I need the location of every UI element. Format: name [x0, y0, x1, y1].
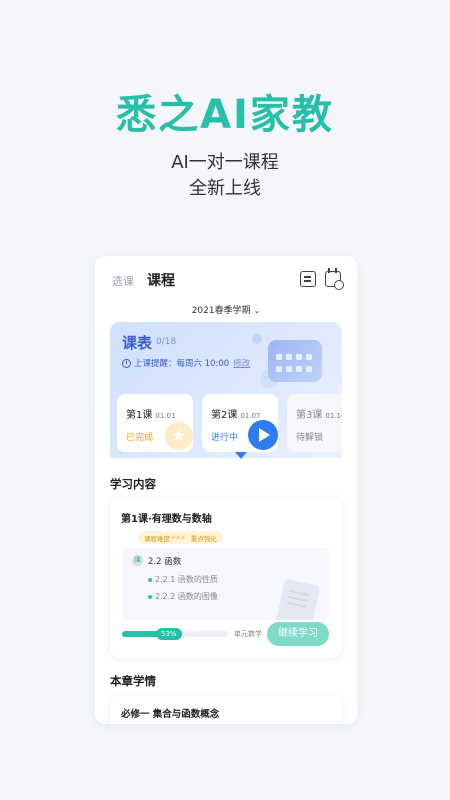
- edit-note-icon[interactable]: [300, 271, 316, 287]
- lesson-title: 第3课: [296, 410, 323, 421]
- hero-subtitle-2: 全新上线: [189, 178, 261, 199]
- lesson-status: 已完成: [126, 433, 154, 443]
- class-reminder: 上课提醒：每周六 10:00 修改: [122, 357, 250, 369]
- hero-title: 悉之AI家教: [116, 92, 334, 138]
- chapter-card[interactable]: 必修一 集合与函数概念: [110, 695, 342, 724]
- focus-label: 重点强化: [190, 534, 217, 543]
- difficulty-label: 课程难度: [144, 534, 170, 543]
- lesson-title: 第2课: [211, 410, 238, 421]
- play-icon[interactable]: [248, 420, 278, 450]
- clock-icon: [122, 358, 131, 368]
- calendar-clock-icon[interactable]: [325, 268, 344, 290]
- study-section-title: 学习内容: [110, 477, 156, 491]
- semester-selector[interactable]: 2021春季学期 ⌄: [95, 303, 357, 316]
- decor-bubble: [252, 334, 262, 344]
- schedule-count: 0/18: [156, 337, 177, 347]
- subtopic-item[interactable]: 2.2.2 函数的图像: [148, 591, 218, 602]
- lesson-heading: 第1课·有理数与数轴: [121, 514, 212, 525]
- progress-percent: 53%: [156, 628, 182, 640]
- unit-label: 单元数学: [234, 630, 262, 638]
- current-lesson-pointer: [235, 452, 247, 459]
- star-icon: ★: [165, 422, 193, 450]
- top-bar: 选课 课程: [95, 256, 357, 302]
- subtopic-label: 2.2.2 函数的图像: [155, 592, 218, 601]
- semester-label: 2021春季学期: [191, 306, 251, 316]
- app-screen: 选课 课程 2021春季学期 ⌄ 课表 0/18 上课提醒：每周六 10:00 修…: [95, 256, 357, 724]
- topic-box: 课 2.2 函数 2.2.1 函数的性质 2.2.2 函数的图像: [122, 548, 330, 620]
- tab-select-course[interactable]: 选课: [112, 273, 134, 289]
- subtopic-item[interactable]: 2.2.1 函数的性质: [148, 574, 218, 585]
- topic-title: 2.2 函数: [148, 557, 182, 567]
- chevron-down-icon: ⌄: [253, 306, 261, 315]
- hero-subtitle-1: AI一对一课程: [171, 152, 279, 173]
- topic-badge: 课: [132, 555, 143, 566]
- edit-reminder-link[interactable]: 修改: [233, 357, 250, 369]
- study-content-card[interactable]: 第1课·有理数与数轴 课程难度 ⚡⚡⚡ 重点强化 课 2.2 函数 2.2.1 …: [110, 498, 342, 658]
- lesson-date: 01.01: [155, 412, 176, 420]
- schedule-card: 课表 0/18 上课提醒：每周六 10:00 修改 第1课 01.01 已完成 ★…: [110, 322, 342, 458]
- chapter-section-title: 本章学情: [110, 674, 156, 688]
- document-illustration: [275, 578, 321, 620]
- difficulty-tag: 课程难度 ⚡⚡⚡ 重点强化: [138, 531, 223, 544]
- continue-learning-button[interactable]: 继续学习: [267, 622, 329, 646]
- reminder-text: 上课提醒：每周六 10:00: [134, 359, 230, 369]
- schedule-title: 课表: [122, 334, 153, 352]
- calendar-illustration: [268, 340, 322, 382]
- lesson-card-1[interactable]: 第1课 01.01 已完成 ★: [117, 394, 193, 452]
- bolt-icon: ⚡⚡⚡: [171, 533, 186, 542]
- tab-course[interactable]: 课程: [147, 270, 175, 290]
- lesson-date: 01.07: [240, 412, 261, 420]
- lesson-title: 第1课: [126, 410, 153, 421]
- chapter-title: 必修一 集合与函数概念: [121, 709, 220, 720]
- lesson-date: 01.14: [325, 412, 342, 420]
- lesson-card-2[interactable]: 第2课 01.07 进行中: [202, 394, 278, 452]
- lesson-status: 待解锁: [296, 433, 324, 443]
- lesson-card-3[interactable]: 第3课01.14 待解锁: [287, 394, 342, 452]
- lesson-status: 进行中: [211, 433, 239, 443]
- subtopic-label: 2.2.1 函数的性质: [155, 575, 218, 584]
